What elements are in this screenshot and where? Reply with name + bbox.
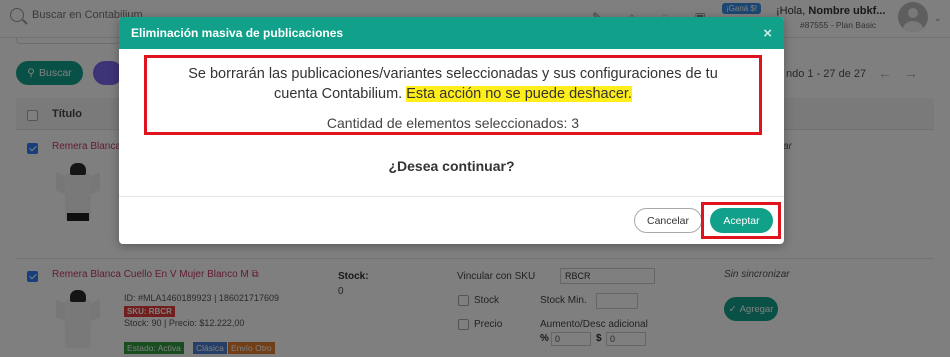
- accept-button[interactable]: Aceptar: [710, 208, 773, 233]
- warning-box: Se borrarán las publicaciones/variantes …: [144, 55, 762, 135]
- close-icon[interactable]: ×: [763, 25, 772, 42]
- cancel-button[interactable]: Cancelar: [634, 208, 702, 233]
- warning-text-plain: cuenta Contabilium.: [274, 86, 407, 102]
- modal-header: Eliminación masiva de publicaciones ×: [119, 17, 784, 49]
- delete-confirmation-modal: Eliminación masiva de publicaciones × Se…: [119, 17, 784, 244]
- warning-text-line2: cuenta Contabilium. Esta acción no se pu…: [147, 86, 759, 102]
- confirm-question: ¿Desea continuar?: [388, 158, 515, 174]
- warning-text-line1: Se borrarán las publicaciones/variantes …: [188, 66, 718, 82]
- selected-count: Cantidad de elementos seleccionados: 3: [326, 115, 580, 131]
- irreversible-warning: Esta acción no se puede deshacer.: [406, 86, 632, 102]
- footer-divider: [119, 196, 784, 197]
- modal-title: Eliminación masiva de publicaciones: [131, 26, 344, 40]
